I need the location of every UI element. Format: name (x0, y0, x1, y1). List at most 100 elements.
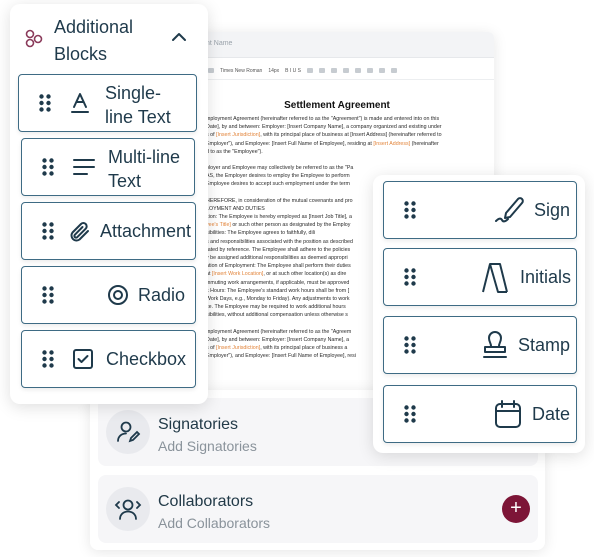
stamp-icon (482, 330, 508, 365)
line-text: Date], by and between: Employer: [Insert… (206, 124, 442, 131)
signatory-icon (106, 410, 150, 454)
initials-icon (480, 262, 510, 299)
line-text: , or at such other location(s) as dire (263, 271, 347, 278)
block-label: Radio (138, 285, 186, 305)
line-text: ation of Employment: The Employee shall … (206, 263, 351, 270)
date-block[interactable]: Date (383, 385, 577, 443)
block-label: Initials (520, 267, 572, 287)
checkbox-icon (72, 348, 94, 375)
block-label: Stamp (518, 335, 571, 355)
block-label: Date (532, 404, 571, 424)
drag-handle-icon[interactable] (39, 94, 51, 117)
block-label: Sign (534, 200, 571, 220)
collaborators-title: Collaborators (158, 493, 254, 510)
document-title: Settlement Agreement (284, 100, 390, 111)
line-text: d to as the "Employee"). (206, 148, 263, 155)
align-icon[interactable] (307, 68, 314, 73)
sign-block[interactable]: Sign (383, 181, 577, 239)
font-family-select[interactable]: Times New Roman (220, 68, 262, 74)
line-text: AS, the Employer desires to employ the E… (206, 173, 350, 180)
block-label: Single-line Text (105, 83, 171, 127)
line-text: Employer"), and Employee: [Insert Full N… (206, 353, 356, 360)
single-line-text-block[interactable]: Single-line Text (18, 74, 197, 132)
line-text: mployment Agreement (hereinafter referre… (206, 116, 440, 122)
placeholder-field[interactable]: [Insert Jurisdiction] (216, 132, 260, 138)
lines-icon (72, 157, 96, 182)
line-text: or such other person as designated by th… (230, 222, 351, 229)
block-label: Checkbox (106, 349, 187, 369)
document-line: d to as the "Employee"). (206, 148, 494, 156)
checkbox-block[interactable]: Checkbox (21, 330, 196, 388)
color-icon[interactable] (379, 68, 386, 73)
add-collaborators-link[interactable]: Add Collaborators (158, 515, 270, 531)
pen-signature-icon (494, 195, 526, 230)
drag-handle-icon[interactable] (404, 201, 416, 224)
placeholder-field[interactable]: yee's Title] (206, 222, 231, 228)
line-text: sibilities, without additional compensat… (206, 312, 348, 319)
line-text: sibilities: The Employee agrees to faith… (206, 230, 316, 237)
line-text: Employer"), and Employee: [Insert Full N… (206, 140, 374, 147)
multi-line-text-block[interactable]: Multi-line Text (21, 138, 195, 196)
drag-handle-icon[interactable] (42, 158, 54, 181)
blocks-icon (24, 28, 44, 53)
code-icon[interactable] (391, 68, 398, 73)
drag-handle-icon[interactable] (404, 336, 416, 359)
signatories-title: Signatories (158, 416, 239, 433)
line-text: y be assigned additional responsibilitie… (206, 255, 348, 262)
line-text: s and responsibilities associated with t… (206, 238, 353, 245)
line-text: mmuting work arrangements, if applicable… (206, 279, 350, 286)
list-icon[interactable] (319, 68, 326, 73)
stamp-block[interactable]: Stamp (383, 316, 577, 374)
text-a-icon (69, 91, 91, 120)
add-signatories-link[interactable]: Add Signatories (158, 438, 257, 454)
placeholder-field[interactable]: [Insert Jurisdiction] (216, 345, 260, 351)
block-label: Attachment (100, 221, 192, 241)
line-text: ployer and Employee may collectively be … (206, 165, 354, 172)
additional-blocks-title: Additional Blocks (54, 17, 134, 64)
document-line: ployer and Employee may collectively be … (206, 164, 494, 172)
line-text: (hereinafter (410, 140, 439, 147)
document-name-field[interactable]: nt Name (180, 32, 494, 58)
additional-blocks-panel: Additional Blocks Single-line Text Multi… (10, 4, 208, 404)
line-text: LOYMENT AND DUTIES (206, 205, 265, 212)
drag-handle-icon[interactable] (404, 405, 416, 428)
line-text: Date], by and between: Employer: [Insert… (206, 336, 350, 343)
line-text: , with its principal place of business a (260, 345, 348, 352)
radio-icon (106, 283, 130, 312)
image-icon[interactable] (355, 68, 362, 73)
format-buttons[interactable]: B I U S (285, 68, 301, 74)
undo-icon[interactable] (208, 68, 214, 73)
line-text: Work Days, e.g., Monday to Friday). Any … (206, 296, 350, 303)
line-text: ition: The Employee is hereby employed a… (206, 214, 352, 221)
document-line: mployment Agreement (hereinafter referre… (206, 115, 494, 123)
line-text: , with its principal place of business a… (260, 132, 442, 139)
radio-block[interactable]: Radio (21, 266, 196, 324)
initials-block[interactable]: Initials (383, 248, 577, 306)
placeholder-field[interactable]: [Insert Address] (373, 141, 410, 147)
drag-handle-icon[interactable] (42, 222, 54, 245)
line-text: rated by reference. The Employee shall a… (206, 246, 351, 253)
collaborators-row[interactable]: Collaborators Add Collaborators + (98, 475, 538, 543)
chevron-up-icon[interactable] (170, 30, 188, 48)
attachment-block[interactable]: Attachment (21, 202, 196, 260)
line-text: k Hours: The Employee's standard work ho… (206, 287, 350, 294)
signature-fields-panel: Sign Initials Stamp Date (373, 175, 585, 453)
line-text: mployment Agreement (hereinafter referre… (206, 328, 352, 335)
line-text: ce. The Employee may be required to work… (206, 304, 346, 311)
placeholder-field[interactable]: [Insert Work Location] (212, 271, 263, 277)
collaborators-icon (106, 487, 150, 531)
add-collaborator-button[interactable]: + (502, 495, 530, 523)
document-line: s of [Insert Jurisdiction], with its pri… (206, 131, 494, 139)
font-size-select[interactable]: 14px (268, 68, 279, 74)
link-icon[interactable] (343, 68, 350, 73)
calendar-icon (494, 399, 522, 434)
formatting-toolbar: Times New Roman 14px B I U S (180, 62, 494, 80)
document-line: Date], by and between: Employer: [Insert… (206, 123, 494, 131)
drag-handle-icon[interactable] (42, 286, 54, 309)
block-label: Multi-line Text (108, 147, 181, 191)
drag-handle-icon[interactable] (42, 350, 54, 373)
indent-icon[interactable] (331, 68, 338, 73)
table-icon[interactable] (367, 68, 374, 73)
drag-handle-icon[interactable] (404, 268, 416, 291)
